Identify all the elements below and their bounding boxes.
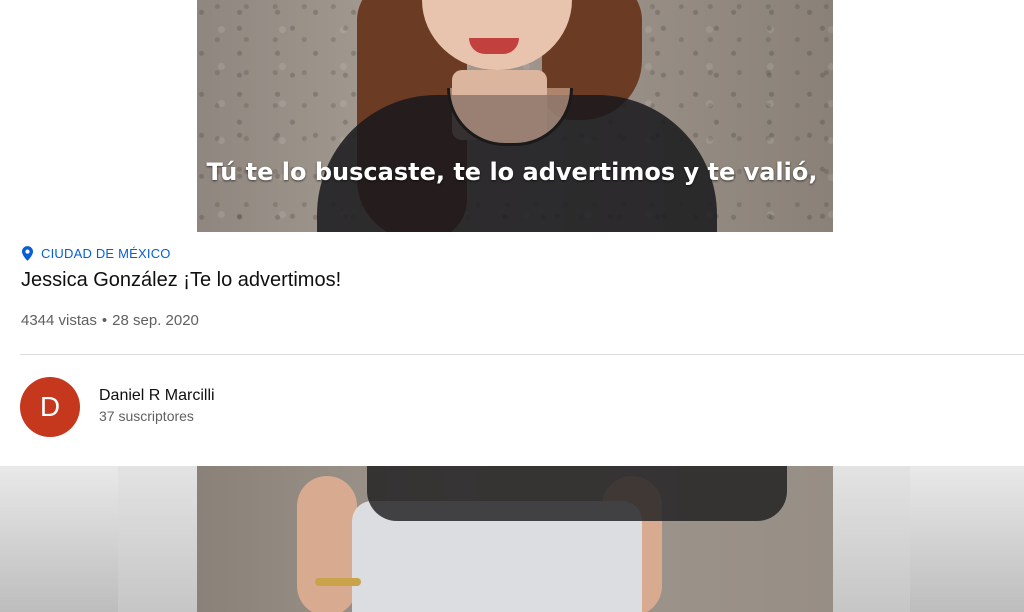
upload-date: 28 sep. 2020: [112, 312, 199, 329]
video-meta: 4344 vistas • 28 sep. 2020: [21, 312, 199, 329]
video-player-bottom[interactable]: [0, 466, 1024, 612]
channel-name[interactable]: Daniel R Marcilli: [99, 387, 215, 405]
video-info-panel: CIUDAD DE MÉXICO Jessica González ¡Te lo…: [0, 232, 1024, 466]
video-caption: Tú te lo buscaste, te lo advertimos y te…: [206, 158, 818, 186]
meta-separator: •: [101, 312, 108, 329]
subscriber-count: 37 suscriptores: [99, 408, 194, 424]
channel-avatar[interactable]: D: [20, 377, 80, 437]
video-player-top[interactable]: Tú te lo buscaste, te lo advertimos y te…: [0, 0, 1024, 232]
divider: [20, 354, 1024, 355]
location-pin-icon: [22, 246, 33, 261]
view-count: 4344 vistas: [21, 312, 97, 329]
video-thumbnail-top[interactable]: [197, 0, 833, 232]
blouse-hem: [367, 466, 787, 521]
arm-left: [297, 476, 357, 612]
bracelet: [315, 578, 361, 586]
location-link[interactable]: CIUDAD DE MÉXICO: [22, 246, 171, 261]
location-label: CIUDAD DE MÉXICO: [41, 246, 171, 261]
video-thumbnail-bottom[interactable]: [197, 466, 833, 612]
avatar-letter: D: [39, 391, 61, 422]
video-title: Jessica González ¡Te lo advertimos!: [21, 269, 342, 291]
